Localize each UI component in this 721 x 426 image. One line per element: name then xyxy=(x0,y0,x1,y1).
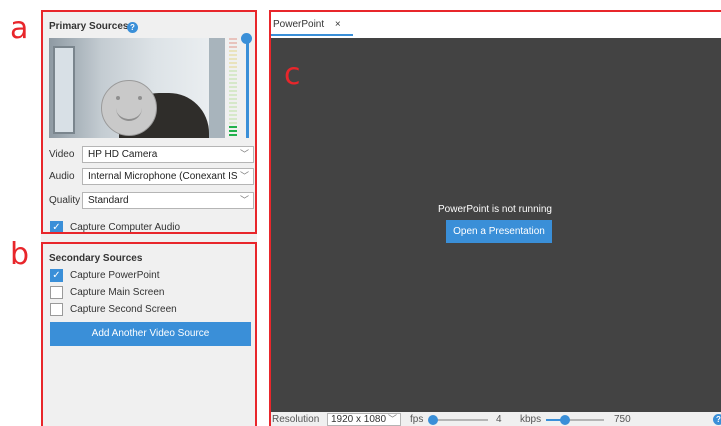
annotation-letter-b: b xyxy=(10,237,30,272)
annotation-box-a xyxy=(41,10,257,234)
screenshot-root: a b Primary Sources ? Video HP HD Camera… xyxy=(0,0,721,426)
annotation-box-b xyxy=(41,242,257,426)
annotation-box-c xyxy=(269,10,721,426)
annotation-letter-a: a xyxy=(10,11,29,46)
